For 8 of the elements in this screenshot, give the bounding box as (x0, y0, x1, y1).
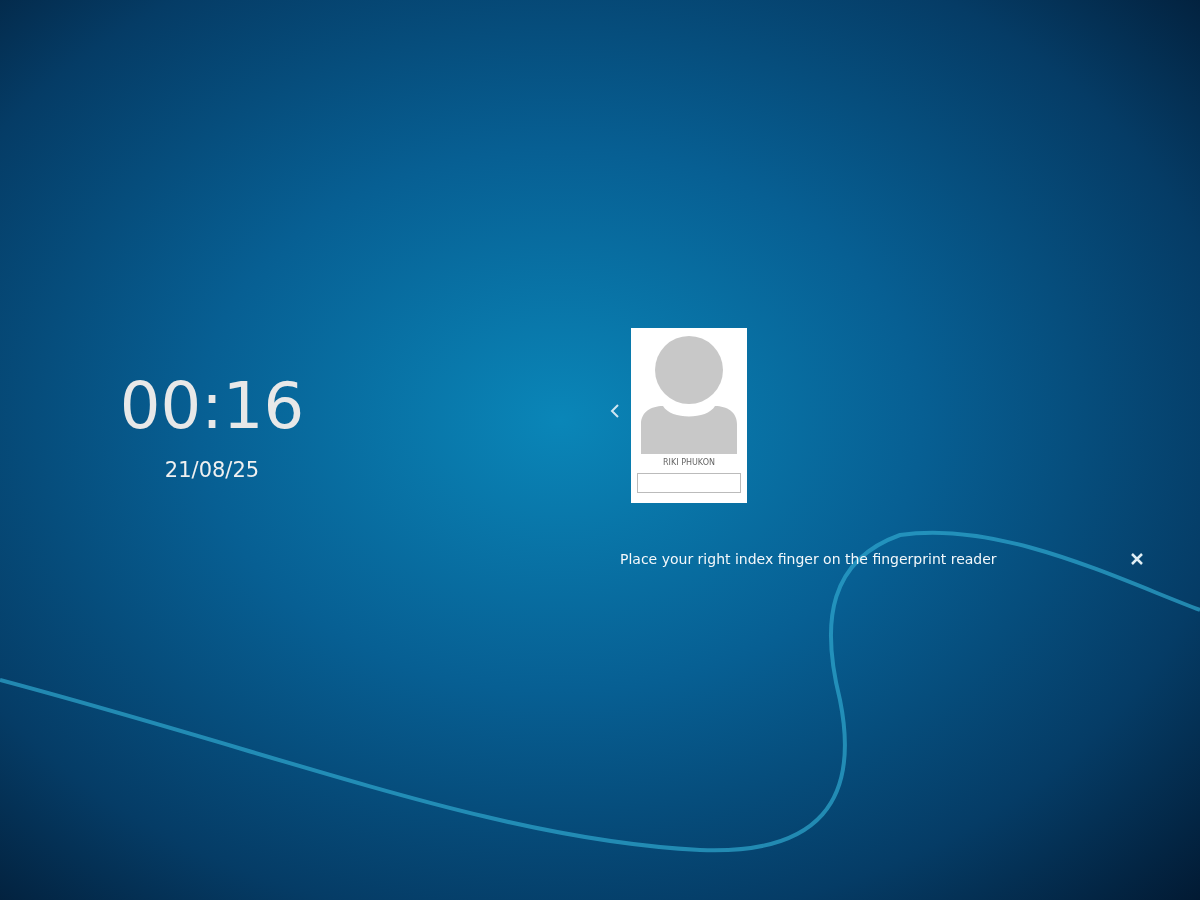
user-card[interactable]: RIKI PHUKON (631, 328, 747, 503)
password-field[interactable] (637, 473, 741, 493)
user-name: RIKI PHUKON (663, 458, 715, 467)
clock-date: 21/08/25 (164, 458, 260, 482)
clock-time: 00:16 (119, 368, 305, 444)
fingerprint-prompt: Place your right index finger on the fingerprint reader (620, 551, 997, 567)
close-icon[interactable] (1130, 552, 1144, 566)
chevron-left-icon[interactable] (610, 402, 620, 419)
